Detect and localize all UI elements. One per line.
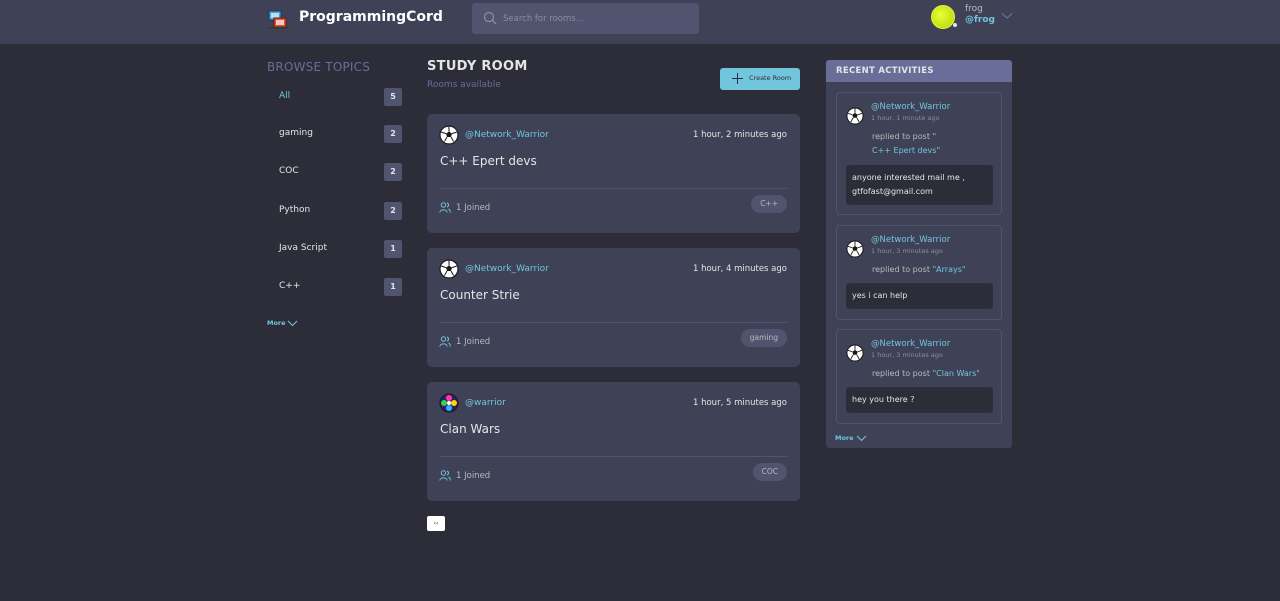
activity-avatar-icon[interactable]: [846, 107, 864, 125]
activity-user-link[interactable]: @Network_Warrior: [871, 235, 950, 245]
page-title: STUDY ROOM: [427, 59, 528, 74]
topic-item-gaming[interactable]: gaming 2: [279, 125, 403, 145]
recent-activities-title: RECENT ACTIVITIES: [836, 66, 934, 76]
host-avatar-icon[interactable]: [439, 259, 459, 279]
top-navbar: ProgrammingCord frog @frog: [0, 0, 1280, 44]
topic-count-badge: 2: [384, 163, 402, 181]
chevron-down-icon[interactable]: [1001, 12, 1013, 20]
room-topic-tag[interactable]: COC: [752, 463, 787, 481]
topic-item-cpp[interactable]: C++ 1: [279, 278, 403, 298]
activity-action-label: replied to post ": [872, 132, 937, 141]
activity-action-text: replied to post " C++ Epert devs": [872, 130, 992, 158]
room-topic-tag[interactable]: C++: [751, 195, 787, 213]
activity-item: @Network_Warrior 1 hour, 3 minutes ago r…: [836, 329, 1002, 424]
activity-user-link[interactable]: @Network_Warrior: [871, 102, 950, 112]
topic-item-coc[interactable]: COC 2: [279, 163, 403, 183]
topic-item-javascript[interactable]: Java Script 1: [279, 240, 403, 260]
activity-timestamp: 1 hour, 3 minutes ago: [871, 351, 943, 359]
search-bar[interactable]: [472, 3, 699, 34]
room-title-link[interactable]: Counter Strie: [440, 288, 520, 302]
pagination-previous-button[interactable]: ‹‹: [427, 516, 445, 531]
topic-count-badge: 1: [384, 278, 402, 296]
room-title-link[interactable]: Clan Wars: [440, 422, 500, 436]
room-title-link[interactable]: C++ Epert devs: [440, 154, 537, 168]
activity-post-link[interactable]: "Clan Wars": [933, 369, 980, 378]
chevron-down-icon[interactable]: [287, 320, 298, 327]
activity-message: yes i can help: [846, 283, 993, 309]
rooms-count-subtitle: Rooms available: [427, 80, 501, 90]
activity-user-link[interactable]: @Network_Warrior: [871, 339, 950, 349]
activity-item: @Network_Warrior 1 hour, 1 minute ago re…: [836, 92, 1002, 215]
topic-label: gaming: [279, 128, 313, 138]
topic-item-all[interactable]: All 5: [279, 88, 403, 108]
host-avatar-icon[interactable]: [439, 125, 459, 145]
people-icon: [439, 202, 451, 213]
topics-more-link[interactable]: More: [267, 319, 286, 327]
activity-post-link[interactable]: C++ Epert devs": [872, 146, 940, 155]
room-joined-count: 1 Joined: [456, 471, 491, 481]
topic-label: COC: [279, 166, 299, 176]
activity-avatar-icon[interactable]: [846, 240, 864, 258]
topic-count-badge: 5: [384, 88, 402, 106]
room-card: @warrior 1 hour, 5 minutes ago Clan Wars…: [427, 382, 800, 501]
people-icon: [439, 470, 451, 481]
user-handle[interactable]: @frog: [965, 15, 995, 25]
activity-action-text: replied to post "Arrays": [872, 263, 997, 277]
activity-timestamp: 1 hour, 3 minutes ago: [871, 247, 943, 255]
topic-label: C++: [279, 281, 301, 291]
activity-message: anyone interested mail me , gtfofast@gma…: [846, 165, 993, 205]
topic-label: Python: [279, 205, 311, 215]
topic-label: All: [279, 91, 291, 101]
activity-message: hey you there ?: [846, 387, 993, 413]
plus-icon: [732, 73, 743, 84]
recent-activities-header: RECENT ACTIVITIES: [826, 60, 1012, 82]
topic-count-badge: 2: [384, 125, 402, 143]
search-icon: [483, 11, 497, 25]
create-room-button[interactable]: Create Room: [720, 68, 800, 90]
divider: [440, 322, 787, 323]
room-card: @Network_Warrior 1 hour, 4 minutes ago C…: [427, 248, 800, 367]
topic-count-badge: 1: [384, 240, 402, 258]
room-host-link[interactable]: @warrior: [465, 398, 506, 408]
room-timestamp: 1 hour, 5 minutes ago: [692, 398, 787, 408]
programmingcord-logo-icon[interactable]: [267, 8, 289, 30]
activity-post-link[interactable]: "Arrays": [933, 265, 966, 274]
host-avatar-icon[interactable]: [439, 393, 459, 413]
brand-name[interactable]: ProgrammingCord: [299, 9, 443, 25]
user-name[interactable]: frog: [965, 4, 983, 14]
topic-item-python[interactable]: Python 2: [279, 202, 403, 222]
topic-label: Java Script: [279, 243, 327, 253]
activity-action-text: replied to post "Clan Wars": [872, 367, 997, 381]
chevron-down-icon[interactable]: [856, 435, 867, 442]
room-topic-tag[interactable]: gaming: [740, 329, 787, 347]
room-joined-count: 1 Joined: [456, 203, 491, 213]
room-timestamp: 1 hour, 4 minutes ago: [692, 264, 787, 274]
topic-count-badge: 2: [384, 202, 402, 220]
activity-timestamp: 1 hour, 1 minute ago: [871, 114, 940, 122]
online-status-dot: [953, 23, 957, 27]
activity-item: @Network_Warrior 1 hour, 3 minutes ago r…: [836, 225, 1002, 320]
browse-topics-heading: BROWSE TOPICS: [267, 60, 371, 74]
search-input[interactable]: [503, 3, 693, 34]
room-joined-count: 1 Joined: [456, 337, 491, 347]
activity-action-label: replied to post: [872, 265, 933, 274]
activity-action-label: replied to post: [872, 369, 933, 378]
room-card: @Network_Warrior 1 hour, 2 minutes ago C…: [427, 114, 800, 233]
people-icon: [439, 336, 451, 347]
room-timestamp: 1 hour, 2 minutes ago: [692, 130, 787, 140]
recent-activities-panel: RECENT ACTIVITIES @Network_Warrior 1 hou…: [826, 60, 1012, 448]
create-room-label: Create Room: [749, 74, 792, 82]
user-avatar[interactable]: [931, 5, 955, 29]
divider: [440, 456, 787, 457]
room-host-link[interactable]: @Network_Warrior: [465, 264, 549, 274]
activities-more-link[interactable]: More: [835, 434, 854, 442]
activity-avatar-icon[interactable]: [846, 344, 864, 362]
divider: [440, 188, 787, 189]
room-host-link[interactable]: @Network_Warrior: [465, 130, 549, 140]
